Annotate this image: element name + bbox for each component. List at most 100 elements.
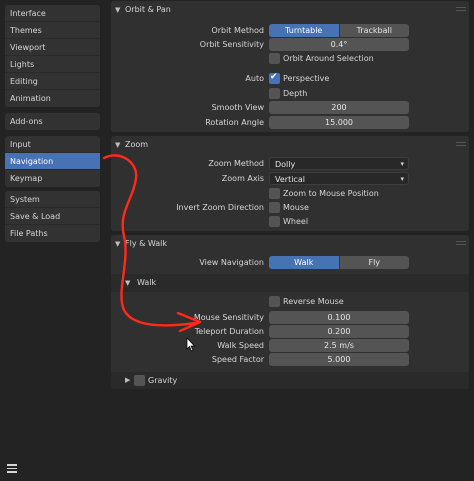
perspective-checkbox[interactable]: ✔ bbox=[269, 72, 280, 84]
orbit-method-label: Orbit Method bbox=[211, 26, 264, 35]
subpanel-title: Walk bbox=[137, 278, 157, 287]
chevron-down-icon: ▾ bbox=[400, 175, 404, 183]
row-zoom-axis: Zoom Axis Vertical ▾ bbox=[111, 172, 469, 186]
orbit-method-trackball[interactable]: Trackball bbox=[338, 24, 409, 37]
view-navigation-walk[interactable]: Walk bbox=[269, 256, 339, 269]
mouse-sensitivity-field[interactable]: 0.100 bbox=[269, 311, 409, 324]
panel-header-fly-walk[interactable]: ▼ Fly & Walk bbox=[111, 235, 469, 253]
gravity-checkbox[interactable] bbox=[134, 375, 145, 386]
depth-label: Depth bbox=[283, 89, 308, 98]
panel-zoom: ▼ Zoom Zoom Method Dolly ▾ Zoom Axis Ver… bbox=[111, 136, 469, 231]
zoom-method-label: Zoom Method bbox=[208, 159, 264, 168]
drag-grip-icon[interactable] bbox=[456, 7, 466, 13]
sidebar-item-input[interactable]: Input bbox=[5, 136, 100, 153]
row-zoom-to-mouse: Zoom to Mouse Position bbox=[111, 187, 469, 201]
invert-wheel-label: Wheel bbox=[283, 217, 309, 226]
nav-group-general: Interface Themes Viewport Lights Editing… bbox=[5, 5, 100, 107]
row-orbit-sensitivity: Orbit Sensitivity 0.4° bbox=[111, 38, 469, 52]
auto-label: Auto bbox=[245, 74, 264, 83]
drag-grip-icon[interactable] bbox=[456, 142, 466, 148]
rotation-angle-label: Rotation Angle bbox=[205, 118, 264, 127]
sidebar-item-lights[interactable]: Lights bbox=[5, 56, 100, 73]
row-invert-zoom-wheel: Wheel bbox=[111, 215, 469, 229]
chevron-down-icon: ▼ bbox=[115, 6, 121, 14]
row-speed-factor: Speed Factor 5.000 bbox=[111, 353, 469, 367]
smooth-view-label: Smooth View bbox=[211, 103, 264, 112]
teleport-duration-field[interactable]: 0.200 bbox=[269, 325, 409, 338]
walk-speed-label: Walk Speed bbox=[217, 341, 264, 350]
row-orbit-around-selection: Orbit Around Selection bbox=[111, 52, 469, 66]
sidebar-item-themes[interactable]: Themes bbox=[5, 22, 100, 39]
view-navigation-toggle: Walk Fly bbox=[269, 256, 409, 269]
sidebar-item-system[interactable]: System bbox=[5, 191, 100, 208]
row-orbit-method: Orbit Method Turntable Trackball bbox=[111, 24, 469, 38]
zoom-axis-dropdown[interactable]: Vertical ▾ bbox=[269, 172, 409, 185]
checkmark-icon: ✔ bbox=[270, 72, 278, 82]
orbit-around-selection-label: Orbit Around Selection bbox=[283, 54, 374, 63]
row-view-navigation: View Navigation Walk Fly bbox=[111, 256, 469, 270]
sidebar-item-navigation[interactable]: Navigation bbox=[5, 153, 100, 170]
invert-wheel-checkbox[interactable] bbox=[269, 216, 280, 227]
row-depth: Depth bbox=[111, 87, 469, 101]
panel-title: Orbit & Pan bbox=[125, 5, 171, 14]
row-mouse-sensitivity: Mouse Sensitivity 0.100 bbox=[111, 311, 469, 325]
panel-orbit-pan: ▼ Orbit & Pan Orbit Method Turntable Tra… bbox=[111, 1, 469, 132]
speed-factor-field[interactable]: 5.000 bbox=[269, 353, 409, 366]
row-zoom-method: Zoom Method Dolly ▾ bbox=[111, 157, 469, 171]
zoom-axis-value: Vertical bbox=[275, 175, 305, 184]
row-invert-zoom-mouse: Invert Zoom Direction Mouse bbox=[111, 201, 469, 215]
row-rotation-angle: Rotation Angle 15.000 bbox=[111, 116, 469, 130]
subpanel-header-gravity[interactable]: ▶ Gravity bbox=[111, 372, 469, 389]
rotation-angle-field[interactable]: 15.000 bbox=[269, 116, 409, 129]
orbit-sensitivity-field[interactable]: 0.4° bbox=[269, 38, 409, 51]
view-navigation-label: View Navigation bbox=[199, 258, 264, 267]
hamburger-menu-icon[interactable] bbox=[7, 464, 17, 473]
drag-grip-icon[interactable] bbox=[456, 241, 466, 247]
invert-mouse-label: Mouse bbox=[283, 203, 309, 212]
invert-zoom-label: Invert Zoom Direction bbox=[176, 203, 264, 212]
panel-header-orbit-pan[interactable]: ▼ Orbit & Pan bbox=[111, 1, 469, 19]
smooth-view-field[interactable]: 200 bbox=[269, 101, 409, 114]
row-reverse-mouse: Reverse Mouse bbox=[111, 295, 469, 309]
sidebar-item-interface[interactable]: Interface bbox=[5, 5, 100, 22]
row-teleport-duration: Teleport Duration 0.200 bbox=[111, 325, 469, 339]
perspective-label: Perspective bbox=[283, 74, 330, 83]
gravity-label: Gravity bbox=[148, 376, 178, 385]
panel-header-zoom[interactable]: ▼ Zoom bbox=[111, 136, 469, 154]
zoom-method-dropdown[interactable]: Dolly ▾ bbox=[269, 157, 409, 170]
sidebar-item-addons[interactable]: Add-ons bbox=[5, 113, 100, 130]
row-auto-perspective: Auto ✔ Perspective bbox=[111, 72, 469, 86]
depth-checkbox[interactable] bbox=[269, 88, 280, 99]
nav-group-addons: Add-ons bbox=[5, 113, 100, 130]
reverse-mouse-label: Reverse Mouse bbox=[283, 297, 344, 306]
zoom-to-mouse-checkbox[interactable] bbox=[269, 188, 280, 199]
sidebar-item-animation[interactable]: Animation bbox=[5, 90, 100, 107]
subpanel-header-walk[interactable]: ▼ Walk bbox=[111, 274, 469, 292]
orbit-method-turntable[interactable]: Turntable bbox=[269, 24, 339, 37]
reverse-mouse-checkbox[interactable] bbox=[269, 296, 280, 307]
chevron-right-icon: ▶ bbox=[125, 376, 131, 384]
row-smooth-view: Smooth View 200 bbox=[111, 101, 469, 115]
sidebar-item-keymap[interactable]: Keymap bbox=[5, 170, 100, 187]
view-navigation-fly[interactable]: Fly bbox=[338, 256, 409, 269]
sidebar-item-editing[interactable]: Editing bbox=[5, 73, 100, 90]
sidebar-item-viewport[interactable]: Viewport bbox=[5, 39, 100, 56]
sidebar-item-file-paths[interactable]: File Paths bbox=[5, 225, 100, 242]
sidebar-item-save-load[interactable]: Save & Load bbox=[5, 208, 100, 225]
invert-mouse-checkbox[interactable] bbox=[269, 202, 280, 213]
mouse-sensitivity-label: Mouse Sensitivity bbox=[193, 313, 264, 322]
panel-title: Fly & Walk bbox=[125, 239, 168, 248]
orbit-method-toggle: Turntable Trackball bbox=[269, 24, 409, 37]
orbit-around-selection-checkbox[interactable] bbox=[269, 53, 280, 64]
mouse-cursor-icon bbox=[186, 338, 196, 352]
chevron-down-icon: ▼ bbox=[115, 240, 121, 248]
orbit-sensitivity-label: Orbit Sensitivity bbox=[199, 40, 264, 49]
chevron-down-icon: ▼ bbox=[115, 141, 121, 149]
chevron-down-icon: ▼ bbox=[125, 279, 131, 287]
nav-group-input: Input Navigation Keymap bbox=[5, 136, 100, 187]
panel-fly-walk: ▼ Fly & Walk View Navigation Walk Fly ▼ … bbox=[111, 235, 469, 389]
row-walk-speed: Walk Speed 2.5 m/s bbox=[111, 339, 469, 353]
chevron-down-icon: ▾ bbox=[400, 160, 404, 168]
walk-speed-field[interactable]: 2.5 m/s bbox=[269, 339, 409, 352]
zoom-to-mouse-label: Zoom to Mouse Position bbox=[283, 189, 379, 198]
